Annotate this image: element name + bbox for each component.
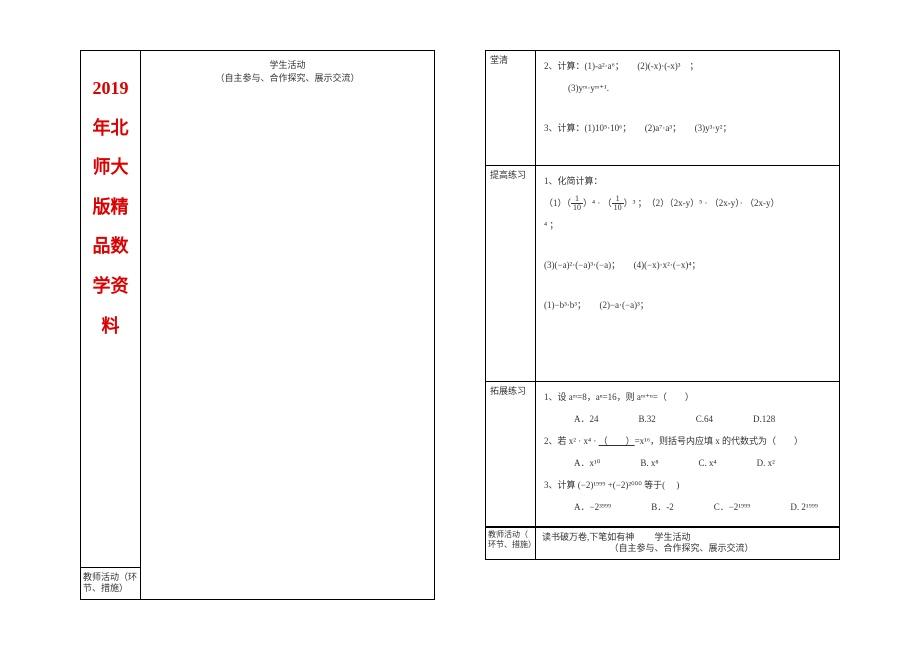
tangqing-q3: 3、计算：(1)10⁵·10⁶； (2)a⁷·a³； (3)y³·y²； [544, 119, 831, 137]
opt-d: D. 2¹⁹⁹⁹ [790, 498, 818, 516]
fraction-1-10a: 110 [571, 195, 583, 212]
opt-d: D.128 [753, 410, 775, 428]
tuozhan-q1: 1、设 aᵐ=8，aⁿ=16，则 aᵐ⁺ⁿ=（ ） [544, 388, 831, 406]
footer-teacher-label: 教师活动（ 环节、措施） [486, 528, 536, 559]
footer-quote: 读书破万卷,下笔如有神 [542, 532, 634, 542]
student-activity-line1: 学生活动 [151, 59, 424, 72]
tuozhan-q2-options: A．x¹⁰ B. x⁸ C. x⁴ D. x² [544, 454, 831, 472]
tangqing-label: 堂清 [486, 51, 536, 165]
tigao-q4: (1)−b³·b³； (2)−a·(−a)³； [544, 296, 831, 314]
opt-a: A．−2³⁹⁹⁹ [574, 498, 611, 516]
tuozhan-q1-options: A．24 B.32 C.64 D.128 [544, 410, 831, 428]
student-activity-line2: （自主参与、合作探究、展示交流） [151, 72, 424, 85]
tigao-q1a-end: ⁴ ； [544, 216, 831, 234]
tangqing-q2: 2、计算：(1)-a²·a⁶； (2)(-x)·(-x)³ ； [544, 57, 831, 75]
fraction-1-10b: 110 [612, 195, 624, 212]
tigao-content: 1、化简计算： （1）（110）⁴ · （110）³ ； （2）（2x-y）⁵ … [536, 166, 839, 381]
tuozhan-q3: 3、计算 (−2)¹⁹⁹⁹ +(−2)²⁰⁰⁰ 等于( ) [544, 476, 831, 494]
document-title-red: 2019年北师大版精品数学资料 [81, 51, 140, 567]
opt-a: A．x¹⁰ [574, 454, 600, 472]
footer-content: 读书破万卷,下笔如有神 学生活动 （自主参与、合作探究、展示交流） [536, 528, 839, 559]
opt-c: C．−2¹⁹⁹⁹ [714, 498, 751, 516]
footer-student-l2: （自主参与、合作探究、展示交流） [614, 543, 754, 553]
tigao-label: 提高练习 [486, 166, 536, 381]
section-tuozhan: 拓展练习 1、设 aᵐ=8，aⁿ=16，则 aᵐ⁺ⁿ=（ ） A．24 B.32… [486, 382, 839, 527]
tangqing-content: 2、计算：(1)-a²·a⁶； (2)(-x)·(-x)³ ； (3)yᵐ·yᵐ… [536, 51, 839, 165]
section-footer: 教师活动（ 环节、措施） 读书破万卷,下笔如有神 学生活动 （自主参与、合作探究… [486, 527, 839, 559]
tigao-q1a: （1）（110）⁴ · （110）³ ； （2）（2x-y）⁵ · （2x-y）… [544, 194, 831, 212]
page-right: 堂清 2、计算：(1)-a²·a⁶； (2)(-x)·(-x)³ ； (3)yᵐ… [485, 50, 840, 560]
opt-b: B.32 [639, 410, 656, 428]
opt-c: C. x⁴ [698, 454, 716, 472]
footer-student-l1: 学生活动 [655, 532, 691, 542]
left-column: 2019年北师大版精品数学资料 教师活动（环节、措施） [81, 51, 141, 599]
tuozhan-q3-options: A．−2³⁹⁹⁹ B．-2 C．−2¹⁹⁹⁹ D. 2¹⁹⁹⁹ [544, 498, 831, 516]
tigao-q1: 1、化简计算： [544, 172, 831, 190]
student-activity-header: 学生活动 （自主参与、合作探究、展示交流） [151, 59, 424, 84]
tuozhan-label: 拓展练习 [486, 382, 536, 526]
teacher-activity-label: 教师活动（环节、措施） [81, 567, 140, 599]
opt-b: B．-2 [651, 498, 674, 516]
left-page-content: 学生活动 （自主参与、合作探究、展示交流） [141, 51, 434, 599]
page-left: 2019年北师大版精品数学资料 教师活动（环节、措施） 学生活动 （自主参与、合… [80, 50, 435, 600]
section-tigao: 提高练习 1、化简计算： （1）（110）⁴ · （110）³ ； （2）（2x… [486, 166, 839, 382]
tangqing-q2b: (3)yᵐ·yᵐ⁺¹. [544, 79, 831, 97]
opt-d: D. x² [757, 454, 775, 472]
opt-a: A．24 [574, 410, 599, 428]
tuozhan-content: 1、设 aᵐ=8，aⁿ=16，则 aᵐ⁺ⁿ=（ ） A．24 B.32 C.64… [536, 382, 839, 526]
opt-c: C.64 [696, 410, 713, 428]
tigao-q3: (3)(−a)²·(−a)³·(−a)； (4)(−x)·x²·(−x)⁴； [544, 256, 831, 274]
tuozhan-q2: 2、若 x² · x⁴ · （ ）=x¹⁶，则括号内应填 x 的代数式为（ ） [544, 432, 831, 450]
section-tangqing: 堂清 2、计算：(1)-a²·a⁶； (2)(-x)·(-x)³ ； (3)yᵐ… [486, 51, 839, 166]
opt-b: B. x⁸ [640, 454, 658, 472]
